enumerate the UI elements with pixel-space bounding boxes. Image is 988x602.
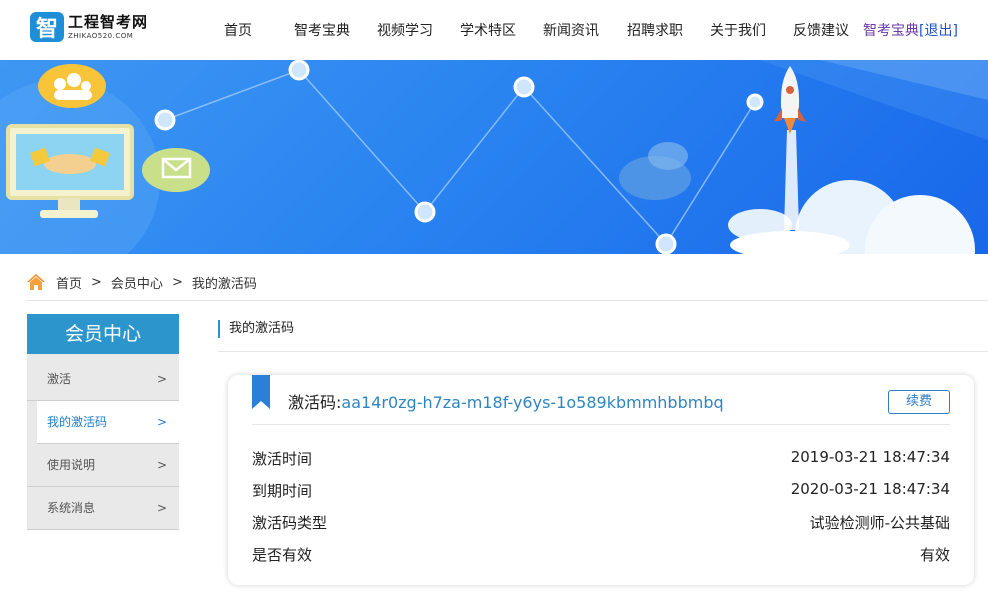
site-header: 智 工程智考网 ZHIKAO520.COM 首页 智考宝典 视频学习 学术特区 … xyxy=(0,0,988,60)
nav-item-feedback[interactable]: 反馈建议 xyxy=(793,20,849,40)
nav-item-jobs[interactable]: 招聘求职 xyxy=(627,20,683,40)
info-row-valid: 是否有效 有效 xyxy=(252,544,950,564)
breadcrumb-divider xyxy=(26,300,988,301)
activation-code-card: 激活码:aa14r0zg-h7za-m18f-y6ys-1o589kbmmhbb… xyxy=(228,375,974,585)
nav-item-academic[interactable]: 学术特区 xyxy=(460,20,516,40)
home-icon[interactable] xyxy=(26,273,46,291)
main-nav: 首页 智考宝典 视频学习 学术特区 新闻资讯 招聘求职 关于我们 反馈建议 xyxy=(0,20,988,40)
renew-button[interactable]: 续费 xyxy=(888,390,950,414)
people-cloud-illustration xyxy=(38,64,106,108)
info-value: 2019-03-21 18:47:34 xyxy=(790,448,950,466)
info-row-expires-at: 到期时间 2020-03-21 18:47:34 xyxy=(252,480,950,500)
info-label: 是否有效 xyxy=(252,546,313,564)
sidebar-item-label: 系统消息 xyxy=(47,501,96,515)
chevron-right-icon: > xyxy=(156,501,167,515)
page-title: 我的激活码 xyxy=(218,320,294,338)
breadcrumb-member-center[interactable]: 会员中心 xyxy=(111,273,163,292)
activation-code-value: aa14r0zg-h7za-m18f-y6ys-1o589kbmmhbbmbq xyxy=(341,393,724,412)
info-label: 到期时间 xyxy=(252,482,313,500)
nav-item-home[interactable]: 首页 xyxy=(224,20,252,40)
sidebar-item-my-codes[interactable]: 我的激活码 > xyxy=(37,401,179,444)
breadcrumb-current: 我的激活码 xyxy=(191,276,257,292)
logout-bracket-close: ] xyxy=(952,23,958,39)
nav-item-baodian[interactable]: 智考宝典 xyxy=(294,20,350,40)
member-sidebar: 会员中心 激活 > 我的激活码 > 使用说明 > 系统消息 > xyxy=(27,314,179,530)
info-value: 试验检测师-公共基础 xyxy=(809,514,950,532)
nav-item-video[interactable]: 视频学习 xyxy=(377,20,433,40)
activation-code-label: 激活码: xyxy=(288,393,342,412)
banner-illustration xyxy=(0,60,988,254)
sidebar-item-label: 使用说明 xyxy=(47,458,96,472)
info-value: 2020-03-21 18:47:34 xyxy=(790,480,950,498)
sidebar-title: 会员中心 xyxy=(27,314,179,354)
user-name[interactable]: 智考宝典 xyxy=(863,23,919,39)
info-label: 激活时间 xyxy=(252,450,313,468)
mail-cloud-illustration xyxy=(142,148,210,192)
sidebar-item-label: 我的激活码 xyxy=(47,415,108,429)
nav-item-about[interactable]: 关于我们 xyxy=(710,20,766,40)
sidebar-item-messages[interactable]: 系统消息 > xyxy=(27,487,179,530)
rocket-illustration xyxy=(774,66,806,230)
chevron-right-icon: > xyxy=(156,458,167,472)
breadcrumb: 首页 > 会员中心 > 我的激活码 xyxy=(26,271,257,293)
sidebar-item-label: 激活 xyxy=(47,372,72,386)
breadcrumb-home[interactable]: 首页 xyxy=(56,273,82,292)
nav-item-news[interactable]: 新闻资讯 xyxy=(543,20,599,40)
breadcrumb-separator: > xyxy=(91,274,102,290)
logout-link[interactable]: 退出 xyxy=(924,23,952,39)
sidebar-menu: 激活 > 我的激活码 > 使用说明 > 系统消息 > xyxy=(27,354,179,530)
info-row-activated-at: 激活时间 2019-03-21 18:47:34 xyxy=(252,448,950,468)
card-divider xyxy=(252,424,950,425)
user-area: 智考宝典[退出] xyxy=(863,20,958,40)
info-value: 有效 xyxy=(919,546,950,564)
hero-banner xyxy=(0,60,988,254)
sidebar-item-activate[interactable]: 激活 > xyxy=(27,358,179,401)
info-row-code-type: 激活码类型 试验检测师-公共基础 xyxy=(252,512,950,532)
sidebar-item-instructions[interactable]: 使用说明 > xyxy=(27,444,179,487)
title-divider xyxy=(218,351,988,352)
breadcrumb-separator: > xyxy=(171,274,183,290)
activation-code-row: 激活码:aa14r0zg-h7za-m18f-y6ys-1o589kbmmhbb… xyxy=(288,389,724,413)
chevron-right-icon: > xyxy=(156,372,167,386)
chevron-right-icon: > xyxy=(156,415,167,429)
info-label: 激活码类型 xyxy=(252,514,328,532)
bookmark-icon xyxy=(252,375,270,409)
